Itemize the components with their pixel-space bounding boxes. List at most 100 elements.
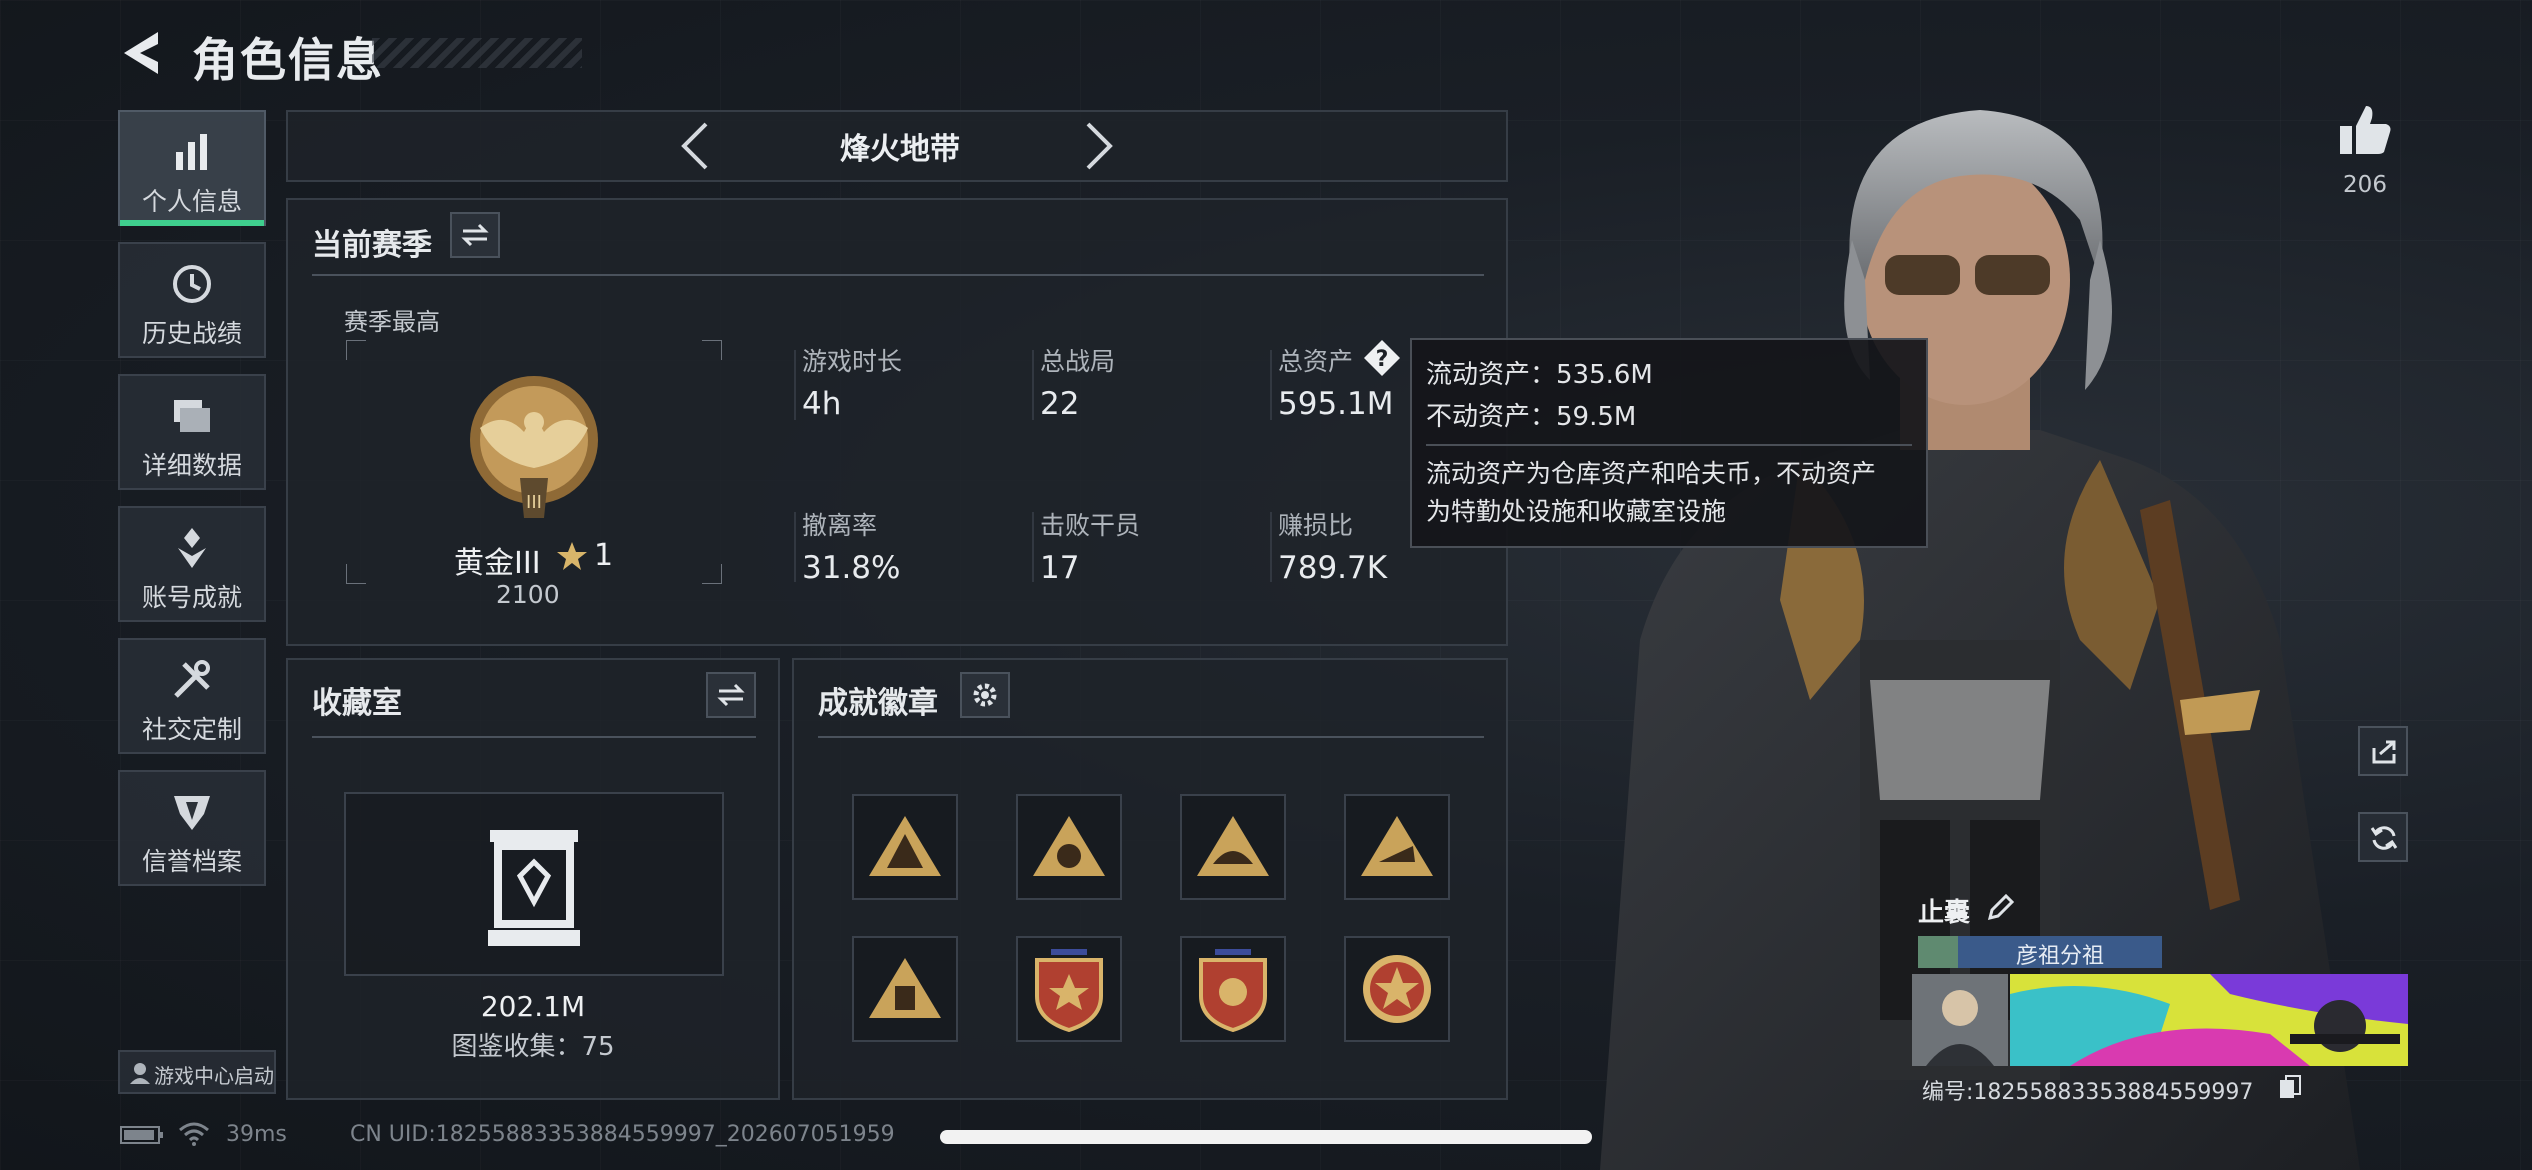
wifi-icon (179, 1122, 209, 1146)
triangle-badge-icon (1197, 816, 1269, 876)
stat-value-extraction-rate: 31.8% (802, 550, 901, 586)
shield-emblem-icon (174, 796, 210, 830)
achievement-badge[interactable] (852, 794, 958, 900)
total-assets-tooltip: 流动资产：535.6M 不动资产：59.5M 流动资产为仓库资产和哈夫币，不动资… (1410, 338, 1928, 548)
nav-item-history[interactable]: 历史战绩 (118, 242, 266, 358)
shield-star-badge-icon (1199, 949, 1267, 1032)
shield-star-badge-icon (1035, 949, 1103, 1032)
nav-item-achievements[interactable]: 账号成就 (118, 506, 266, 622)
chevron-left-icon[interactable] (678, 120, 712, 172)
user-silhouette-icon (130, 1063, 150, 1084)
season-peak-label: 赛季最高 (344, 308, 440, 336)
home-indicator[interactable] (940, 1130, 1592, 1144)
collection-count: 图鉴收集：75 (451, 1032, 615, 1062)
launch-label: 游戏中心启动 (154, 1064, 274, 1088)
nav-label: 个人信息 (141, 187, 242, 216)
achievements-title: 成就徽章 (818, 686, 938, 721)
tooltip-description-line2: 为特勤处设施和收藏室设施 (1426, 497, 1727, 526)
stat-label-total-assets: 总资产 (1278, 347, 1354, 376)
triangle-badge-icon (869, 958, 941, 1018)
page-title: 角色信息 (192, 33, 384, 87)
achievement-badge[interactable] (852, 936, 958, 1042)
share-button[interactable] (2358, 726, 2408, 776)
thumbs-up-icon[interactable] (2338, 104, 2392, 156)
collection-switch-button[interactable] (706, 672, 756, 718)
collection-title: 收藏室 (312, 686, 402, 721)
graffiti-banner-image (2010, 974, 2408, 1066)
tooltip-fixed-assets: 不动资产：59.5M (1426, 402, 1637, 432)
achievements-settings-button[interactable] (960, 672, 1010, 718)
achievement-badge[interactable] (1344, 794, 1450, 900)
stat-label-extraction-rate: 撤离率 (802, 511, 878, 540)
nav-label: 历史战绩 (141, 319, 242, 348)
player-name: 止囊 (1918, 898, 1971, 928)
gear-icon (973, 683, 997, 707)
stat-value-profit-loss-ratio: 789.7K (1278, 550, 1388, 586)
achievement-badge[interactable] (1344, 936, 1450, 1042)
refresh-icon (2370, 826, 2398, 850)
player-id: 编号:18255883353884559997 (1922, 1080, 2254, 1105)
rank-points: 2100 (496, 580, 560, 609)
svg-text:?: ? (1376, 347, 1389, 372)
folder-stack-icon (174, 400, 210, 432)
achievements-divider (818, 736, 1484, 738)
ping-value: 39ms (226, 1122, 287, 1147)
triangle-badge-icon (1033, 816, 1105, 876)
swap-arrows-icon (461, 223, 489, 247)
rank-star-count: 1 (594, 538, 614, 573)
round-star-badge-icon (1363, 955, 1431, 1023)
nav-item-personal-info[interactable]: 个人信息 (118, 110, 266, 226)
nav-label: 信誉档案 (141, 847, 242, 876)
nav-label: 账号成就 (141, 583, 242, 612)
battery-icon (120, 1126, 163, 1144)
mode-label: 烽火地带 (840, 132, 960, 167)
tooltip-description-line1: 流动资产为仓库资产和哈夫币，不动资产 (1426, 459, 1877, 488)
profile-banner-image (2010, 974, 2408, 1066)
operator-portrait (1912, 974, 2008, 1066)
nav-label: 社交定制 (141, 715, 242, 744)
collection-panel[interactable]: 收藏室 202.1M 图鉴收集：75 (286, 658, 780, 1100)
operator-avatar-image (1912, 974, 2008, 1066)
nav-item-detailed-data[interactable]: 详细数据 (118, 374, 266, 490)
display-case-icon (488, 830, 580, 946)
stat-label-play-time: 游戏时长 (802, 347, 903, 376)
rank-name: 黄金III (454, 546, 541, 581)
like-count: 206 (2343, 172, 2387, 198)
gold-rank-emblem-icon: III (470, 376, 598, 518)
question-help-icon[interactable]: ? (1362, 338, 1402, 378)
season-panel: 当前赛季 赛季最高 III 黄金III 1 2100 游戏时长 4h 总战局 2… (286, 198, 1508, 646)
swap-arrows-icon (717, 683, 745, 707)
nav-label: 详细数据 (141, 451, 242, 480)
season-title: 当前赛季 (312, 228, 432, 263)
tools-wrench-icon (174, 660, 210, 698)
copy-icon[interactable] (2278, 1074, 2302, 1100)
bar-chart-icon (176, 134, 207, 170)
nav-item-reputation[interactable]: 信誉档案 (118, 770, 266, 886)
collection-value: 202.1M (480, 990, 586, 1023)
achievement-badge[interactable] (1180, 936, 1286, 1042)
season-divider (312, 274, 1484, 276)
achievement-badge[interactable] (1016, 936, 1122, 1042)
stat-label-operators-killed: 击败干员 (1040, 511, 1141, 540)
back-arrow-icon[interactable] (118, 28, 164, 78)
refresh-button[interactable] (2358, 812, 2408, 862)
achievement-badge[interactable] (1016, 794, 1122, 900)
team-name: 彦祖分祖 (2015, 944, 2104, 969)
stat-value-operators-killed: 17 (1040, 550, 1080, 586)
achievement-badge[interactable] (1180, 794, 1286, 900)
triangle-badge-icon (1361, 816, 1433, 876)
svg-text:III: III (526, 492, 542, 513)
team-avatar (1918, 936, 1958, 968)
screen: 角色信息 个人信息 历史战绩 详细数据 账号成就 社交定制 信誉档案 游戏中心启… (0, 0, 2532, 1170)
stat-label-profit-loss-ratio: 赚损比 (1278, 511, 1354, 540)
collection-divider (312, 736, 756, 738)
chevron-right-icon[interactable] (1082, 120, 1116, 172)
season-switch-button[interactable] (450, 212, 500, 258)
stat-value-play-time: 4h (802, 386, 842, 422)
history-clock-icon (173, 265, 211, 303)
title-decoration (372, 38, 582, 68)
game-center-launch-button[interactable]: 游戏中心启动 (118, 1050, 276, 1094)
edit-pencil-icon[interactable] (1986, 894, 2014, 922)
share-icon (2372, 740, 2396, 764)
nav-item-social[interactable]: 社交定制 (118, 638, 266, 754)
